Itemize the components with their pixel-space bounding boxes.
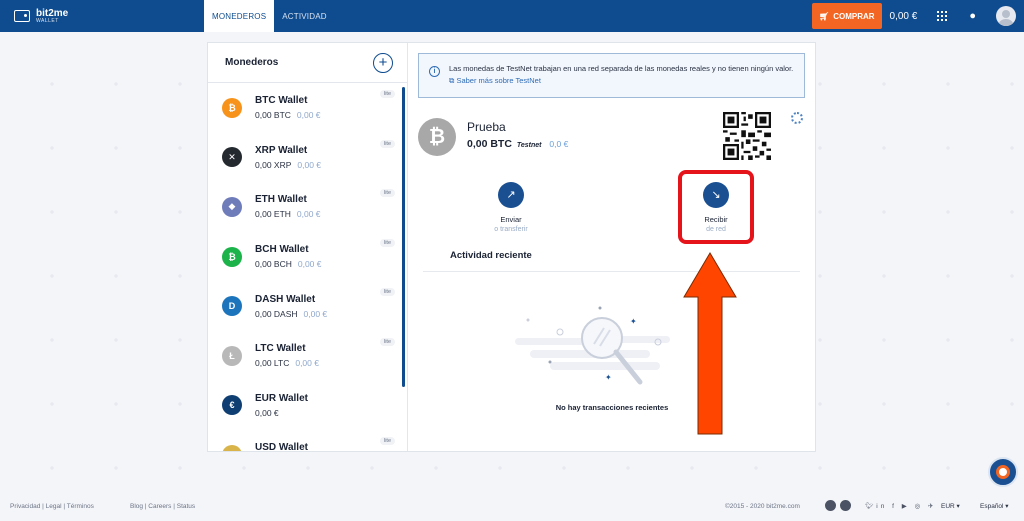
wallet-balance: 0,00 LTC xyxy=(255,358,290,369)
testnet-info-link[interactable]: ⧉ Saber más sobre TestNet xyxy=(449,76,541,85)
coin-icon: ₿ xyxy=(222,246,242,267)
cart-icon: 🛒︎ xyxy=(819,11,830,21)
help-chat-button[interactable] xyxy=(988,457,1018,487)
logo-subtitle: WALLET xyxy=(36,17,59,24)
lite-badge: lite xyxy=(379,238,395,247)
wallet-fiat: 0,00 € xyxy=(296,110,321,121)
lite-badge: lite xyxy=(379,189,395,198)
add-wallet-button[interactable]: + xyxy=(373,52,393,73)
asset-fiat: 0,0 € xyxy=(549,139,569,149)
network-label: Testnet xyxy=(516,142,542,149)
wallet-list: ₿ BTC Wallet 0,00 BTC 0,00 € lite ✕ XRP Wallet… xyxy=(208,83,407,451)
asset-name: Prueba xyxy=(467,120,506,134)
coin-icon: D xyxy=(222,296,242,317)
send-arrow-icon: ↗ xyxy=(498,182,524,208)
send-label: Enviar xyxy=(500,215,522,224)
tab-actividad[interactable]: ACTIVIDAD xyxy=(274,0,334,32)
help-icon xyxy=(996,465,1010,479)
wallet-balance: 0,00 XRP xyxy=(255,159,292,170)
info-text: Las monedas de TestNet trabajan en una r… xyxy=(449,64,794,73)
svg-text:✦: ✦ xyxy=(605,373,612,382)
buy-button-label: COMPRAR xyxy=(833,11,875,21)
lite-badge: lite xyxy=(379,437,395,446)
wallet-item-xrp[interactable]: ✕ XRP Wallet 0,00 XRP 0,00 € lite xyxy=(208,133,407,183)
svg-text:✦: ✦ xyxy=(630,317,637,326)
wallet-fiat: 0,00 € xyxy=(297,259,322,270)
sidebar-scrollbar[interactable] xyxy=(402,87,405,387)
empty-state-text: No hay transacciones recientes xyxy=(555,403,669,412)
lightbulb-icon[interactable]: ● xyxy=(969,10,976,22)
footer-legal-links[interactable]: Privacidad | Legal | Términos xyxy=(10,503,94,510)
annotation-arrow xyxy=(683,252,737,435)
wallet-item-dash[interactable]: D DASH Wallet 0,00 DASH 0,00 € lite xyxy=(208,281,407,331)
wallet-fiat: 0,00 € xyxy=(295,358,319,369)
wallet-item-eth[interactable]: ◆ ETH Wallet 0,00 ETH 0,00 € lite xyxy=(208,182,407,232)
send-sublabel: o transferir xyxy=(494,226,528,233)
apple-store-icon[interactable] xyxy=(825,500,836,511)
top-navbar: bit2me WALLET MONEDEROS ACTIVIDAD 🛒︎ COM… xyxy=(0,0,1024,32)
currency-select[interactable]: EUR ▾ xyxy=(941,502,960,510)
wallet-name: LTC Wallet xyxy=(255,343,306,355)
gear-icon[interactable] xyxy=(791,112,803,124)
bitcoin-icon: ₿ xyxy=(418,118,456,156)
lite-badge: lite xyxy=(379,90,395,98)
wallet-item-btc[interactable]: ₿ BTC Wallet 0,00 BTC 0,00 € lite xyxy=(208,83,407,133)
coin-icon: ₿ xyxy=(222,97,242,118)
logo-title: bit2me xyxy=(36,7,69,19)
wallet-name: BCH Wallet xyxy=(255,244,309,256)
wallet-name: USD Wallet xyxy=(255,442,308,451)
tab-monederos[interactable]: MONEDEROS xyxy=(204,0,275,32)
wallet-item-eur[interactable]: € EUR Wallet 0,00 € xyxy=(208,381,407,431)
lite-badge: lite xyxy=(379,288,395,297)
info-icon: i xyxy=(429,66,440,77)
wallet-icon xyxy=(14,10,30,22)
asset-balance: 0,00 BTC xyxy=(467,138,512,150)
wallet-name: EUR Wallet xyxy=(255,392,308,404)
wallet-sidebar: Monederos + ₿ BTC Wallet 0,00 BTC 0,00 € lit… xyxy=(208,43,408,451)
social-icons[interactable]: 🐦︎in f ▶ ◎ ✈ xyxy=(865,502,936,510)
wallet-name: BTC Wallet xyxy=(255,95,308,107)
wallet-fiat: 0,00 € xyxy=(297,159,322,170)
lite-badge: lite xyxy=(379,337,395,346)
sidebar-title: Monederos xyxy=(225,57,279,68)
wallet-balance: 0,00 BTC xyxy=(255,110,291,121)
bit2me-logo[interactable]: bit2me WALLET xyxy=(14,7,204,24)
receive-highlight-box xyxy=(678,170,754,244)
wallet-name: XRP Wallet xyxy=(255,144,308,156)
language-select[interactable]: Español ▾ xyxy=(980,502,1009,510)
wallet-name: ETH Wallet xyxy=(255,194,307,206)
wallet-fiat: 0,00 € xyxy=(303,308,328,319)
wallet-balance: 0,00 BCH xyxy=(255,259,292,270)
avatar[interactable] xyxy=(996,6,1016,26)
wallet-item-usd[interactable]: $ USD Wallet lite xyxy=(208,430,407,451)
wallet-balance: 0,00 ETH xyxy=(255,209,291,220)
lite-badge: lite xyxy=(379,139,395,148)
coin-icon: $ xyxy=(222,444,242,451)
wallet-balance: 0,00 € xyxy=(255,407,279,418)
qr-code-icon[interactable] xyxy=(723,112,771,160)
testnet-info-banner: i Las monedas de TestNet trabajan en una… xyxy=(418,53,805,98)
coin-icon: Ł xyxy=(222,345,242,366)
wallet-fiat: 0,00 € xyxy=(296,209,321,220)
total-balance: 0,00 € xyxy=(889,10,918,22)
wallet-name: DASH Wallet xyxy=(255,293,316,305)
coin-icon: ✕ xyxy=(222,147,242,168)
wallet-balance: 0,00 DASH xyxy=(255,308,298,319)
wallet-actions: ↗ Enviar o transferir ↘ Recibir de red xyxy=(418,170,805,262)
buy-button[interactable]: 🛒︎ COMPRAR xyxy=(812,3,882,29)
google-play-icon[interactable] xyxy=(840,500,851,511)
empty-search-illustration: ✦ ✦ xyxy=(515,306,670,385)
footer-copyright: ©2015 - 2020 bit2me.com xyxy=(725,503,800,510)
coin-icon: ◆ xyxy=(222,196,242,217)
send-action[interactable]: ↗ Enviar o transferir xyxy=(471,182,551,233)
coin-icon: € xyxy=(222,395,242,416)
footer: Privacidad | Legal | Términos Blog | Car… xyxy=(0,494,1024,521)
apps-grid-icon[interactable] xyxy=(937,11,948,21)
wallet-item-ltc[interactable]: Ł LTC Wallet 0,00 LTC 0,00 € lite xyxy=(208,331,407,381)
wallet-item-bch[interactable]: ₿ BCH Wallet 0,00 BCH 0,00 € lite xyxy=(208,232,407,282)
footer-company-links[interactable]: Blog | Careers | Status xyxy=(130,503,195,510)
